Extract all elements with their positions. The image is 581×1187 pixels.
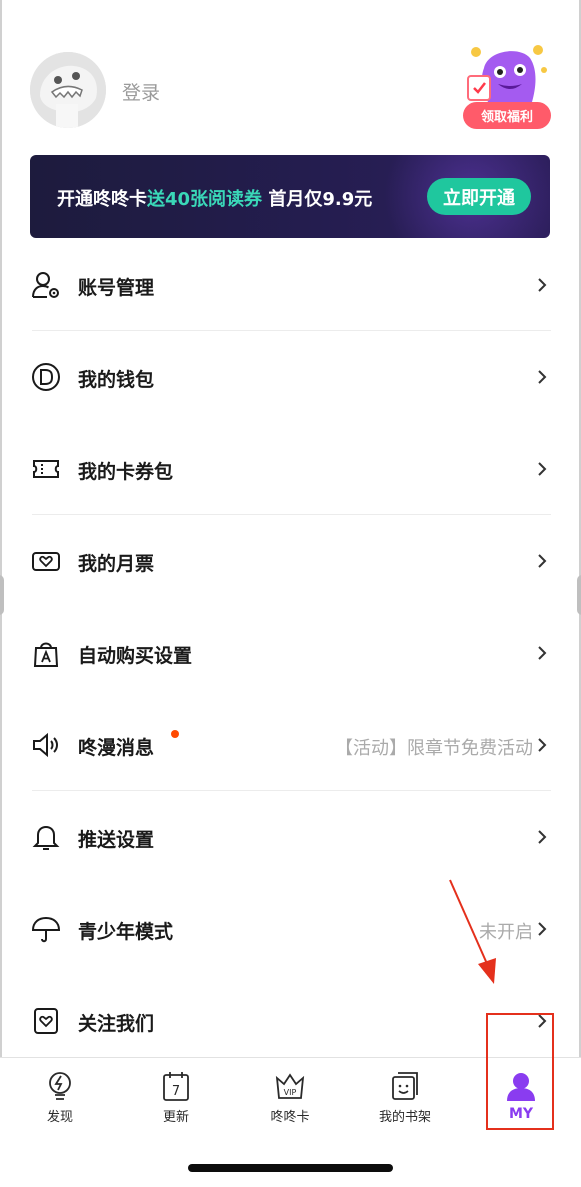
menu-item-label: 我的卡券包 bbox=[78, 461, 174, 483]
chevron-right-icon bbox=[538, 922, 547, 936]
banner-text-suffix: 首月仅9.9元 bbox=[262, 189, 373, 210]
bookshelf-icon bbox=[392, 1072, 418, 1100]
tab-discover[interactable]: 发现 bbox=[2, 1058, 118, 1138]
monthly-ticket-icon bbox=[32, 552, 60, 571]
menu-item-value: 【活动】限章节免费活动 bbox=[335, 738, 533, 759]
claim-benefit-button[interactable]: 领取福利 bbox=[463, 102, 551, 129]
bell-icon bbox=[32, 825, 60, 850]
chevron-right-icon bbox=[538, 646, 547, 660]
chevron-right-icon bbox=[538, 554, 547, 568]
banner-text: 开通咚咚卡送40张阅读券 首月仅9.9元 bbox=[57, 185, 372, 211]
ticket-icon bbox=[33, 460, 59, 478]
menu-item-account[interactable]: 账号管理 bbox=[0, 238, 581, 330]
annotation-highlight-box bbox=[486, 1013, 554, 1130]
shopping-bag-icon bbox=[33, 642, 59, 667]
lightbulb-icon bbox=[49, 1072, 71, 1100]
default-avatar-icon bbox=[30, 52, 106, 128]
menu-item-coupons[interactable]: 我的卡券包 bbox=[0, 422, 581, 514]
menu-item-label: 青少年模式 bbox=[78, 921, 174, 943]
vip-text: VIP bbox=[284, 1088, 297, 1097]
menu-item-messages[interactable]: 咚漫消息 【活动】限章节免费活动 bbox=[0, 698, 581, 790]
avatar[interactable] bbox=[30, 52, 106, 128]
tab-vip-card[interactable]: VIP 咚咚卡 bbox=[232, 1058, 348, 1138]
menu-item-label: 我的钱包 bbox=[78, 369, 155, 391]
unread-dot-badge bbox=[171, 730, 179, 738]
menu-item-label: 自动购买设置 bbox=[78, 645, 193, 667]
speaker-icon bbox=[33, 732, 58, 758]
menu-item-label: 我的月票 bbox=[78, 553, 155, 575]
banner-text-prefix: 开通咚咚卡 bbox=[57, 189, 147, 210]
menu-item-push-settings[interactable]: 推送设置 bbox=[0, 790, 581, 882]
menu-item-monthly-ticket[interactable]: 我的月票 bbox=[0, 514, 581, 606]
umbrella-icon bbox=[31, 916, 61, 943]
tab-bookshelf[interactable]: 我的书架 bbox=[347, 1058, 463, 1138]
menu-item-label: 咚漫消息 bbox=[78, 737, 155, 759]
chevron-right-icon bbox=[538, 830, 547, 844]
login-link[interactable]: 登录 bbox=[122, 78, 160, 105]
open-vip-button[interactable]: 立即开通 bbox=[427, 178, 531, 215]
profile-header: 登录 领取福利 bbox=[0, 0, 581, 145]
menu-item-label: 推送设置 bbox=[78, 829, 155, 851]
menu-item-wallet[interactable]: 我的钱包 bbox=[0, 330, 581, 422]
chevron-right-icon bbox=[538, 278, 547, 292]
heart-frame-icon bbox=[34, 1008, 58, 1034]
tab-label: 更新 bbox=[162, 1110, 189, 1125]
calendar-icon: 7 bbox=[163, 1072, 189, 1101]
home-indicator[interactable] bbox=[188, 1164, 393, 1172]
chevron-right-icon bbox=[538, 738, 547, 752]
vip-promo-banner[interactable]: 开通咚咚卡送40张阅读券 首月仅9.9元 立即开通 bbox=[30, 155, 550, 238]
chevron-right-icon bbox=[538, 462, 547, 476]
annotation-arrow-icon bbox=[449, 879, 496, 984]
menu-item-label: 账号管理 bbox=[78, 277, 155, 299]
account-settings-icon bbox=[32, 272, 59, 298]
tab-label: 发现 bbox=[46, 1110, 73, 1125]
menu-item-auto-purchase[interactable]: 自动购买设置 bbox=[0, 606, 581, 698]
vip-crown-icon: VIP bbox=[275, 1073, 305, 1099]
tab-updates[interactable]: 7 更新 bbox=[118, 1058, 234, 1138]
chevron-right-icon bbox=[538, 370, 547, 384]
tab-label: 我的书架 bbox=[378, 1110, 431, 1125]
tab-label: 咚咚卡 bbox=[270, 1110, 310, 1125]
banner-text-highlight: 送40张阅读券 bbox=[147, 189, 263, 210]
calendar-day-text: 7 bbox=[172, 1084, 180, 1099]
wallet-icon bbox=[32, 363, 60, 391]
menu-item-label: 关注我们 bbox=[78, 1013, 155, 1035]
